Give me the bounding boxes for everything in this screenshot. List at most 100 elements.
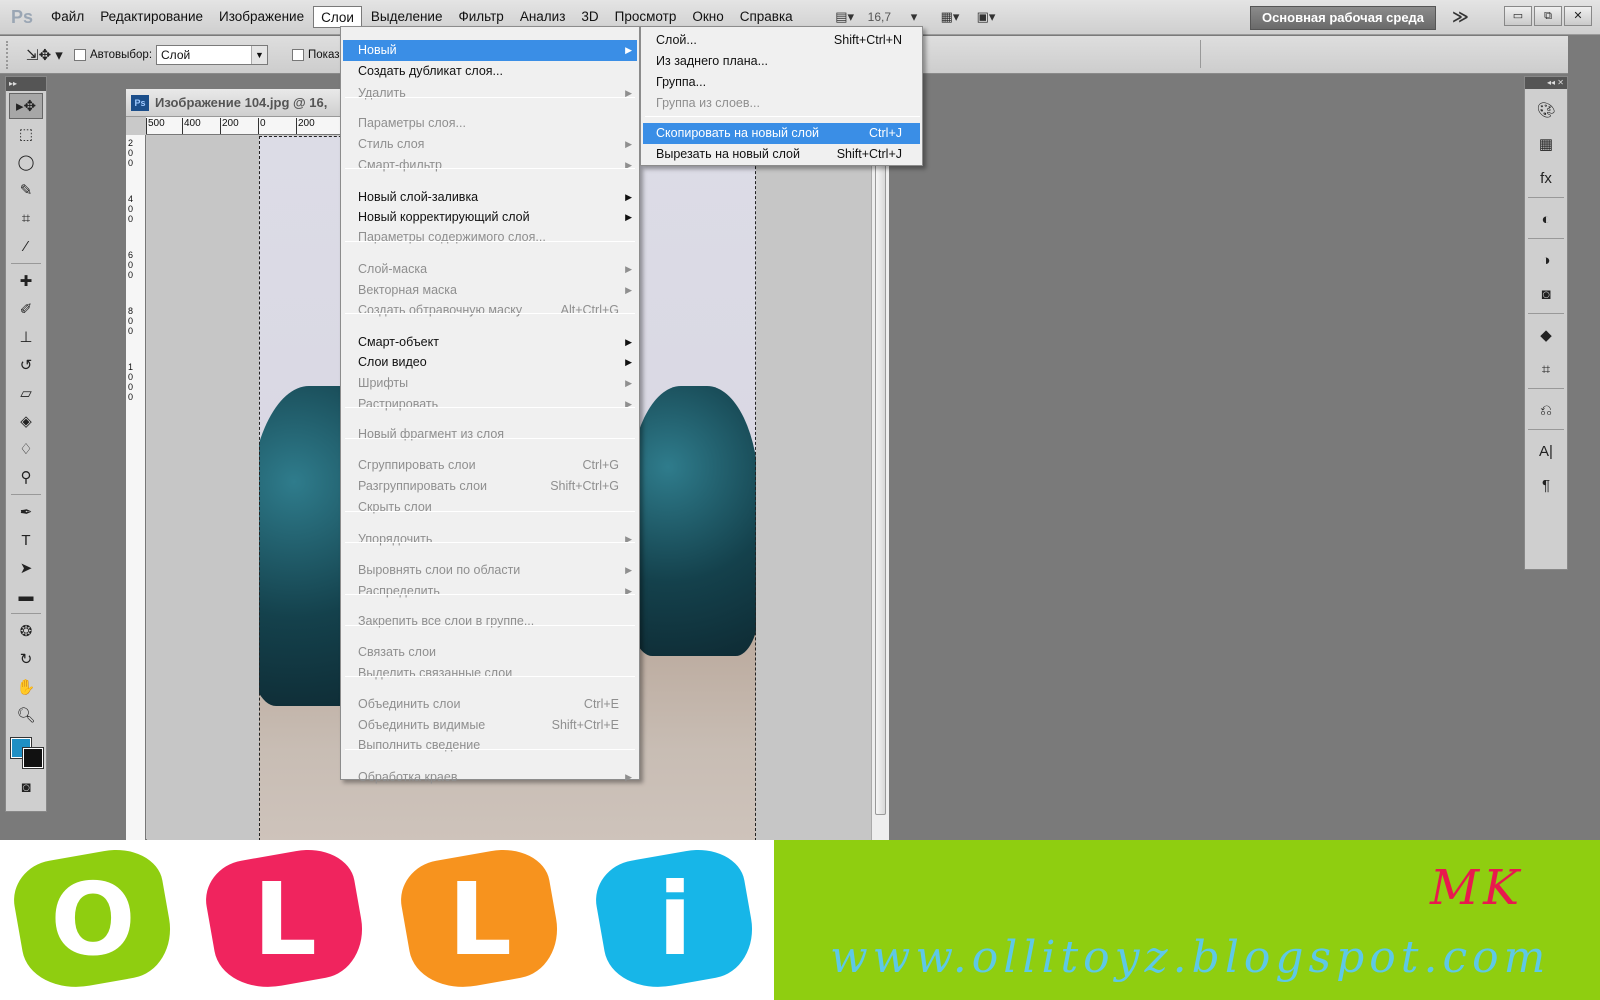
history-brush-tool-icon[interactable]: ↺ xyxy=(9,352,43,378)
layer-menu-item[interactable]: Выровнять слои по области ▶ xyxy=(343,560,637,581)
layer-menu-item[interactable]: Смарт-фильтр ▶ xyxy=(343,155,637,176)
autoselect-select[interactable]: Слой ▼ xyxy=(156,44,269,65)
layer-menu-item[interactable]: Объединить видимые Shift+Ctrl+E xyxy=(343,715,637,736)
menu-3d[interactable]: 3D xyxy=(574,6,605,28)
rectangle-tool-icon[interactable]: ▬ xyxy=(9,583,43,609)
lasso-tool-icon[interactable]: ◯ xyxy=(9,149,43,175)
show-transform-checkbox[interactable] xyxy=(292,48,305,61)
zoom-dropdown-icon[interactable]: ▾ xyxy=(901,8,927,26)
banner-url[interactable]: www.ollitoyz.blogspot.com xyxy=(830,932,1550,983)
layer-menu-item[interactable]: Связать слои xyxy=(343,642,637,663)
3d-orbit-tool-icon[interactable]: ↻ xyxy=(9,646,43,672)
layer-menu-item[interactable]: Создать дубликат слоя... xyxy=(343,61,637,82)
arrange-documents-icon[interactable]: ▦▾ xyxy=(937,8,963,26)
paint-bucket-tool-icon[interactable]: ◈ xyxy=(9,408,43,434)
more-workspaces-icon[interactable]: ≫ xyxy=(1452,7,1469,26)
layer-menu-item[interactable]: Слой-маска ▶ xyxy=(343,259,637,280)
menu-file[interactable]: Файл xyxy=(44,6,91,28)
new-submenu-item[interactable]: Скопировать на новый слой Ctrl+J xyxy=(643,123,920,144)
dock-header[interactable]: ◂◂ ✕ xyxy=(1525,77,1567,89)
eyedropper-tool-icon[interactable]: ⁄ xyxy=(9,233,43,259)
3d-rotate-tool-icon[interactable]: ❂ xyxy=(9,618,43,644)
paths-icon[interactable]: ⌗ xyxy=(1531,356,1561,382)
menu-filter[interactable]: Фильтр xyxy=(451,6,510,28)
layer-menu-item[interactable]: Распределить ▶ xyxy=(343,581,637,602)
type-tool-icon[interactable]: T xyxy=(9,527,43,553)
layer-menu-item[interactable]: Выполнить сведение xyxy=(343,735,637,756)
dodge-tool-icon[interactable]: ⚲ xyxy=(9,464,43,490)
minimize-button[interactable]: ▭ xyxy=(1504,6,1532,26)
layer-menu-item[interactable]: Параметры содержимого слоя... xyxy=(343,227,637,248)
layer-menu-item[interactable]: Сгруппировать слои Ctrl+G xyxy=(343,455,637,476)
character-icon[interactable]: A| xyxy=(1531,438,1561,464)
restore-button[interactable]: ⧉ xyxy=(1534,6,1562,26)
crop-tool-icon[interactable]: ⌗ xyxy=(9,205,43,231)
styles-fx-icon[interactable]: fx xyxy=(1531,165,1561,191)
layer-menu-item[interactable]: Упорядочить ▶ xyxy=(343,529,637,550)
layer-menu-item[interactable]: Скрыть слои xyxy=(343,497,637,518)
menu-layer[interactable]: Слои xyxy=(313,6,362,28)
film-strip-icon[interactable]: ▤▾ xyxy=(832,8,858,26)
menu-view[interactable]: Просмотр xyxy=(608,6,684,28)
clone-stamp-tool-icon[interactable]: ⊥ xyxy=(9,324,43,350)
layer-menu-item[interactable]: Стиль слоя ▶ xyxy=(343,134,637,155)
layer-menu-item[interactable]: Выделить связанные слои xyxy=(343,663,637,684)
swatches-icon[interactable]: ▦ xyxy=(1531,131,1561,157)
layer-menu-item[interactable]: Слои видео ▶ xyxy=(343,352,637,373)
layer-menu-item[interactable]: Новый корректирующий слой ▶ xyxy=(343,207,637,228)
color-palette-icon[interactable]: 🎨︎ xyxy=(1531,97,1561,123)
eraser-tool-icon[interactable]: ▱ xyxy=(9,380,43,406)
pen-tool-icon[interactable]: ✒ xyxy=(9,499,43,525)
menu-help[interactable]: Справка xyxy=(733,6,800,28)
menu-window[interactable]: Окно xyxy=(685,6,730,28)
scroll-thumb[interactable] xyxy=(875,145,886,815)
autoselect-checkbox[interactable] xyxy=(74,48,86,61)
hand-tool-icon[interactable]: ✋ xyxy=(9,674,43,700)
brush-tool-icon[interactable]: ✐ xyxy=(9,296,43,322)
path-selection-tool-icon[interactable]: ➤ xyxy=(9,555,43,581)
layer-menu-item[interactable]: Новый ▶ xyxy=(343,40,637,61)
menu-select[interactable]: Выделение xyxy=(364,6,450,28)
new-submenu-item[interactable]: Слой... Shift+Ctrl+N xyxy=(643,30,920,51)
layers-icon[interactable]: ◆ xyxy=(1531,322,1561,348)
layer-menu-item[interactable]: Параметры слоя... xyxy=(343,113,637,134)
zoom-level[interactable]: 16,7 xyxy=(868,10,891,24)
layer-menu-item[interactable]: Закрепить все слои в группе... xyxy=(343,611,637,632)
new-submenu-item[interactable]: Вырезать на новый слой Shift+Ctrl+J xyxy=(643,144,920,165)
layer-menu-item[interactable]: Обработка краев ▶ xyxy=(343,767,637,788)
adjustments-icon[interactable]: ◐ xyxy=(1531,206,1561,232)
layer-menu-item[interactable]: Новый слой-заливка ▶ xyxy=(343,187,637,208)
new-submenu-item[interactable]: Из заднего плана... xyxy=(643,51,920,72)
layer-menu-item[interactable]: Разгруппировать слои Shift+Ctrl+G xyxy=(343,476,637,497)
background-color-swatch[interactable] xyxy=(22,747,44,769)
mask-rect-icon[interactable]: ◙ xyxy=(1531,281,1561,307)
new-submenu-item[interactable]: Группа из слоев... xyxy=(643,93,920,114)
layer-menu-item[interactable]: Смарт-объект ▶ xyxy=(343,332,637,353)
options-grip[interactable] xyxy=(6,40,14,69)
layer-menu-item[interactable]: Создать обтравочную маску Alt+Ctrl+G xyxy=(343,300,637,321)
menu-analysis[interactable]: Анализ xyxy=(513,6,573,28)
layer-menu-item[interactable]: Шрифты ▶ xyxy=(343,373,637,394)
tools-panel-header[interactable]: ▸▸ xyxy=(6,77,46,91)
zoom-tool-icon[interactable]: 🔍︎ xyxy=(9,702,43,728)
paragraph-icon[interactable]: ¶ xyxy=(1531,472,1561,498)
quick-mask-icon[interactable]: ◙ xyxy=(9,774,43,800)
workspace-button[interactable]: Основная рабочая среда xyxy=(1250,6,1436,30)
healing-brush-tool-icon[interactable]: ✚ xyxy=(9,268,43,294)
menu-edit[interactable]: Редактирование xyxy=(93,6,210,28)
screen-mode-icon[interactable]: ▣▾ xyxy=(973,8,999,26)
history-icon[interactable]: ⎌ xyxy=(1531,397,1561,423)
layer-menu-item[interactable]: Удалить ▶ xyxy=(343,83,637,104)
vertical-scrollbar[interactable] xyxy=(871,135,889,841)
close-button[interactable]: ✕ xyxy=(1564,6,1592,26)
move-tool-icon[interactable]: ▸✥ xyxy=(9,93,43,119)
blur-tool-icon[interactable]: ♢ xyxy=(9,436,43,462)
move-tool-preset-icon[interactable]: ⇲✥ ▾ xyxy=(26,46,66,64)
layer-menu-item[interactable]: Объединить слои Ctrl+E xyxy=(343,694,637,715)
layer-menu-item[interactable]: Векторная маска ▶ xyxy=(343,280,637,301)
menu-image[interactable]: Изображение xyxy=(212,6,311,28)
layer-menu-item[interactable]: Растрировать ▶ xyxy=(343,394,637,415)
masks-icon[interactable]: ◑ xyxy=(1531,247,1561,273)
marquee-tool-icon[interactable]: ⬚ xyxy=(9,121,43,147)
new-submenu-item[interactable]: Группа... xyxy=(643,72,920,93)
